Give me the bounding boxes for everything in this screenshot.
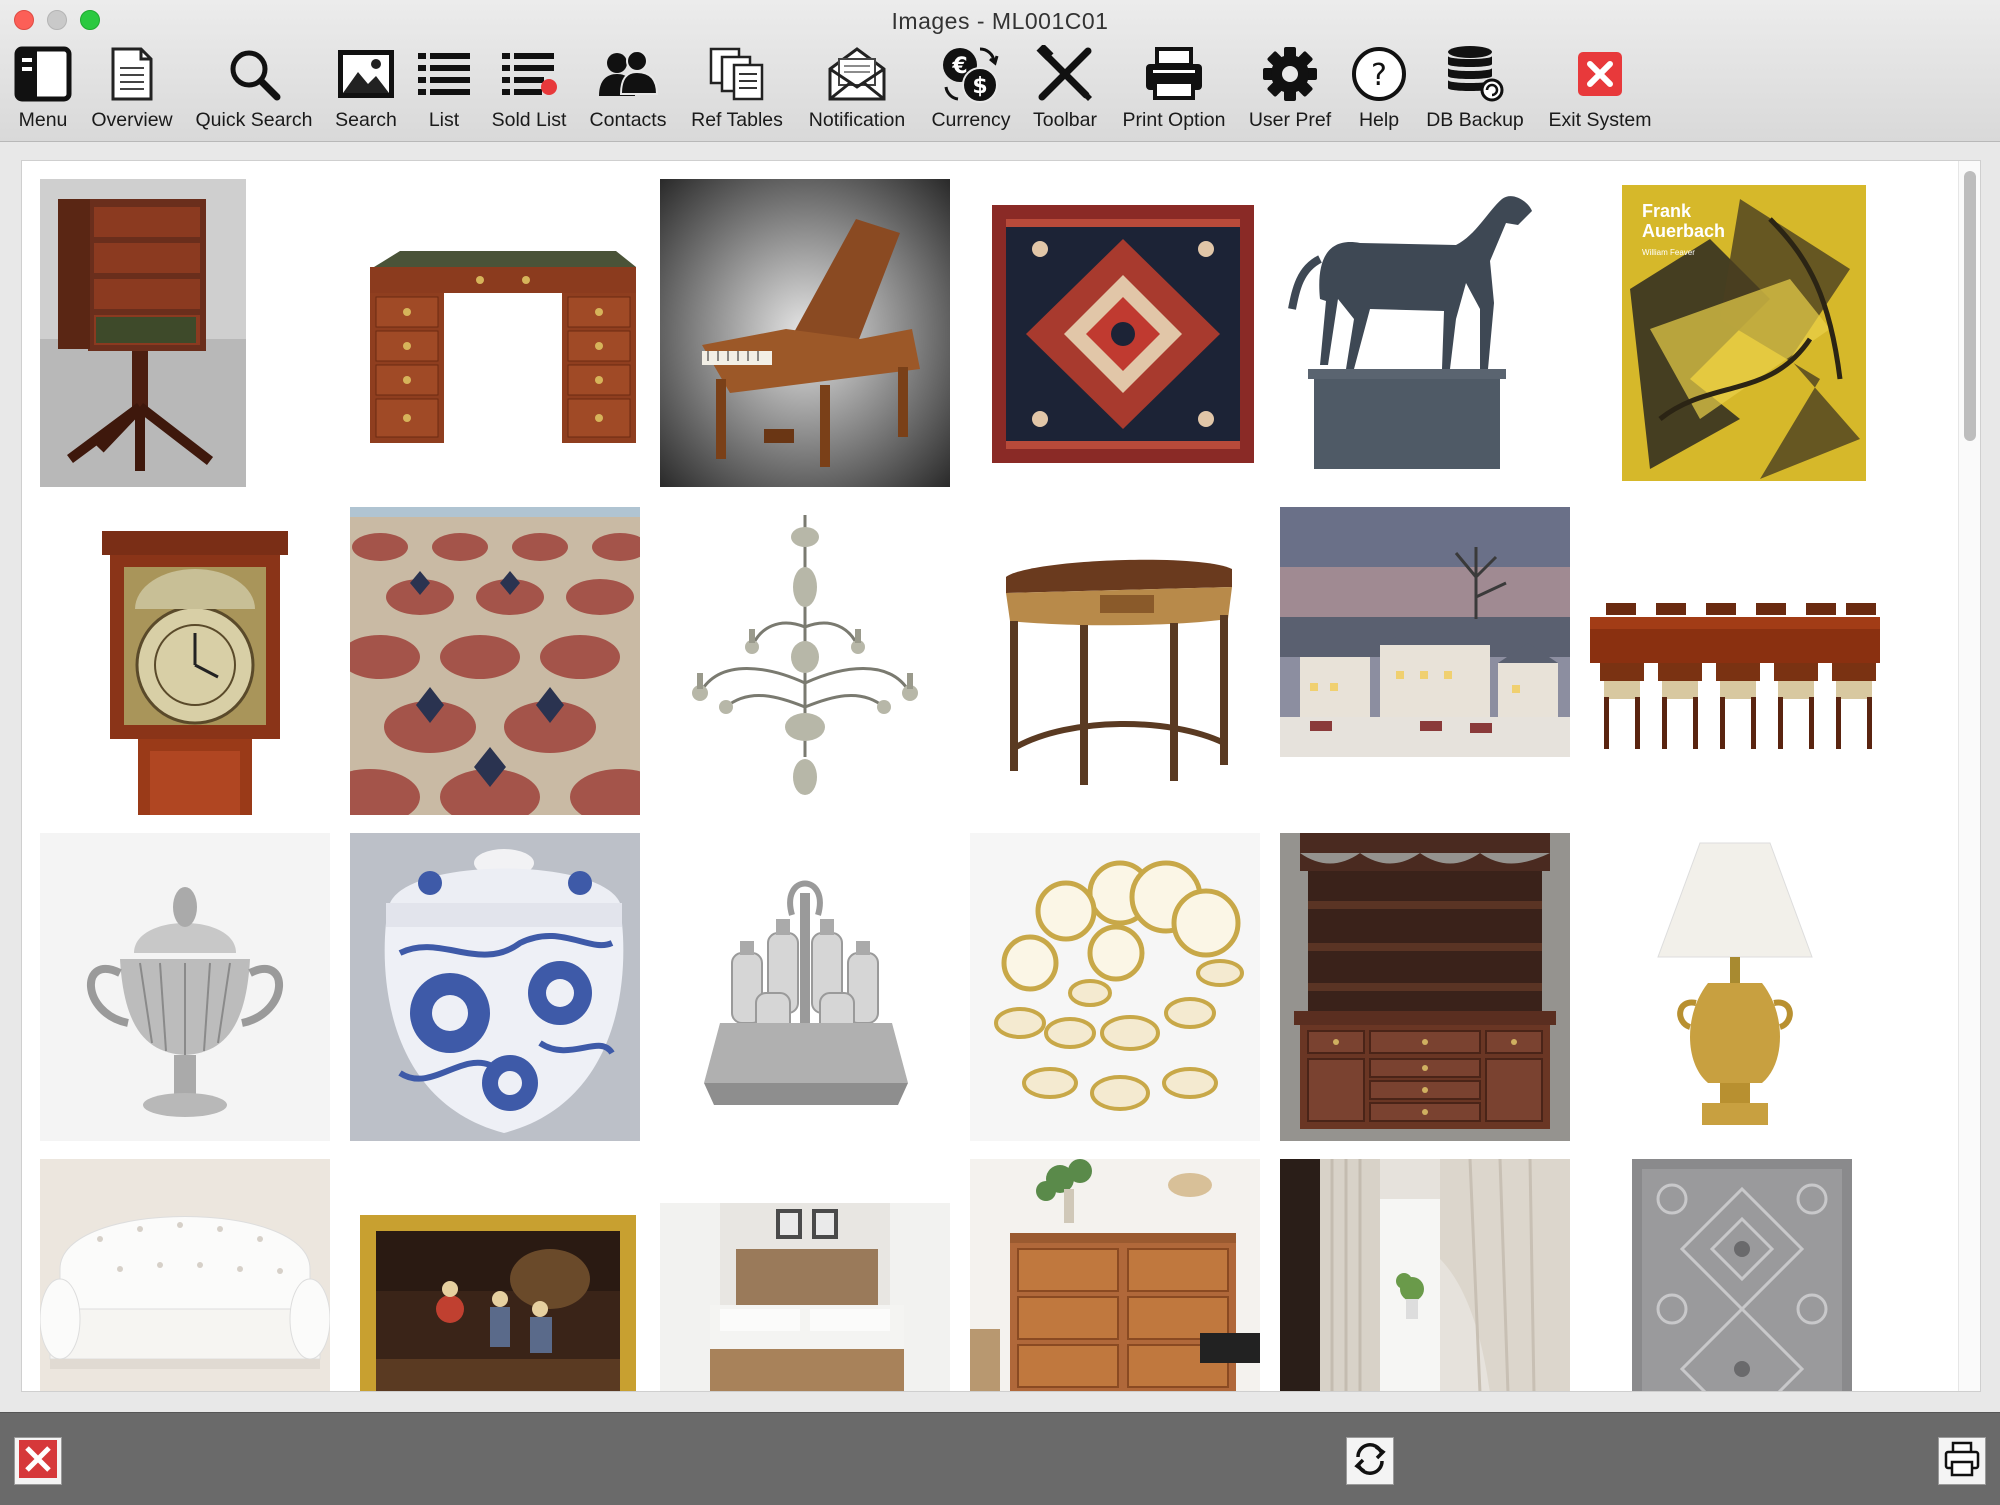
- toolbar-currency-button[interactable]: € $ Currency: [924, 42, 1018, 138]
- cruet-stand-image[interactable]: [660, 833, 950, 1141]
- toolbar-print-option-button[interactable]: Print Option: [1112, 42, 1236, 138]
- horse-sculpture-image[interactable]: [1280, 179, 1570, 487]
- dining-set-image[interactable]: [1590, 507, 1880, 815]
- list-icon: [416, 42, 472, 106]
- magnifier-icon: [226, 42, 282, 106]
- demilune-table-image[interactable]: [970, 507, 1260, 815]
- toolbar-list-button[interactable]: List: [412, 42, 476, 138]
- print-button[interactable]: [1938, 1437, 1986, 1485]
- longcase-clock-image[interactable]: [40, 507, 330, 815]
- refresh-button[interactable]: [1346, 1437, 1394, 1485]
- toolbar-search-button[interactable]: Search: [328, 42, 404, 138]
- book-cover-image[interactable]: Frank Auerbach William Feaver: [1590, 179, 1880, 487]
- gold-dinnerware-image[interactable]: [970, 833, 1260, 1141]
- printer-icon: [1143, 42, 1205, 106]
- close-icon: [18, 1439, 58, 1484]
- curtains-image[interactable]: [1280, 1159, 1570, 1391]
- svg-text:?: ?: [1371, 58, 1387, 93]
- tools-icon: [1036, 42, 1094, 106]
- contacts-icon: [597, 42, 659, 106]
- sold-list-icon: [500, 42, 558, 106]
- bottom-bar: [0, 1412, 2000, 1505]
- currency-icon: € $: [940, 42, 1002, 106]
- menu-icon: [14, 42, 72, 106]
- svg-text:Frank: Frank: [1642, 201, 1692, 221]
- toolbar-exit-system-button[interactable]: Exit System: [1538, 42, 1662, 138]
- silver-cup-image[interactable]: [40, 833, 330, 1141]
- toolbar-user-pref-button[interactable]: User Pref: [1244, 42, 1336, 138]
- framed-painting-image[interactable]: [350, 1159, 640, 1391]
- refresh-icon: [1350, 1439, 1390, 1484]
- overview-icon: [109, 42, 155, 106]
- image-gallery: Frank Auerbach William Feaver: [21, 160, 1981, 1392]
- gear-icon: [1261, 42, 1319, 106]
- blue-white-jar-image[interactable]: [350, 833, 640, 1141]
- village-painting-image[interactable]: [1280, 507, 1570, 815]
- window-title: Images - ML001C01: [891, 8, 1109, 34]
- white-sofa-image[interactable]: [40, 1159, 330, 1391]
- welsh-dresser-image[interactable]: [1280, 833, 1570, 1141]
- bed-image[interactable]: [660, 1159, 950, 1391]
- printer-icon: [1942, 1439, 1982, 1484]
- title-bar: Images - ML001C01 Menu Overview Quick Se…: [0, 0, 2000, 142]
- pedestal-desk-image[interactable]: [350, 179, 640, 487]
- picture-icon: [336, 42, 396, 106]
- toolbar-overview-button[interactable]: Overview: [86, 42, 178, 138]
- toolbar-contacts-button[interactable]: Contacts: [582, 42, 674, 138]
- grand-piano-image[interactable]: [660, 179, 950, 487]
- toolbar-menu-button[interactable]: Menu: [8, 42, 78, 138]
- toolbar-db-backup-button[interactable]: DB Backup: [1420, 42, 1530, 138]
- bookcase-image[interactable]: [40, 179, 246, 487]
- toolbar-ref-tables-button[interactable]: Ref Tables: [684, 42, 790, 138]
- toolbar-toolbar-button[interactable]: Toolbar: [1026, 42, 1104, 138]
- dresser-image[interactable]: [970, 1159, 1260, 1391]
- scrollbar-thumb[interactable]: [1964, 171, 1976, 441]
- svg-text:$: $: [972, 74, 987, 99]
- toolbar-quick-search-button[interactable]: Quick Search: [188, 42, 320, 138]
- chandelier-image[interactable]: [660, 507, 950, 815]
- envelope-icon: [826, 42, 888, 106]
- database-icon: [1444, 42, 1506, 106]
- toolbar-sold-list-button[interactable]: Sold List: [484, 42, 574, 138]
- vertical-scrollbar[interactable]: [1958, 161, 1980, 1391]
- table-lamp-image[interactable]: [1590, 833, 1880, 1141]
- close-button[interactable]: [14, 1437, 62, 1485]
- svg-text:Auerbach: Auerbach: [1642, 221, 1725, 241]
- toolbar-notification-button[interactable]: Notification: [798, 42, 916, 138]
- exit-icon: [1576, 42, 1624, 106]
- persian-rug-image[interactable]: [970, 179, 1260, 487]
- ref-tables-icon: [708, 42, 766, 106]
- toolbar-help-button[interactable]: ? Help: [1344, 42, 1414, 138]
- svg-text:William Feaver: William Feaver: [1642, 248, 1695, 257]
- help-icon: ?: [1350, 42, 1408, 106]
- carpet-floor-image[interactable]: [350, 507, 640, 815]
- grey-rug-image[interactable]: [1632, 1159, 1852, 1391]
